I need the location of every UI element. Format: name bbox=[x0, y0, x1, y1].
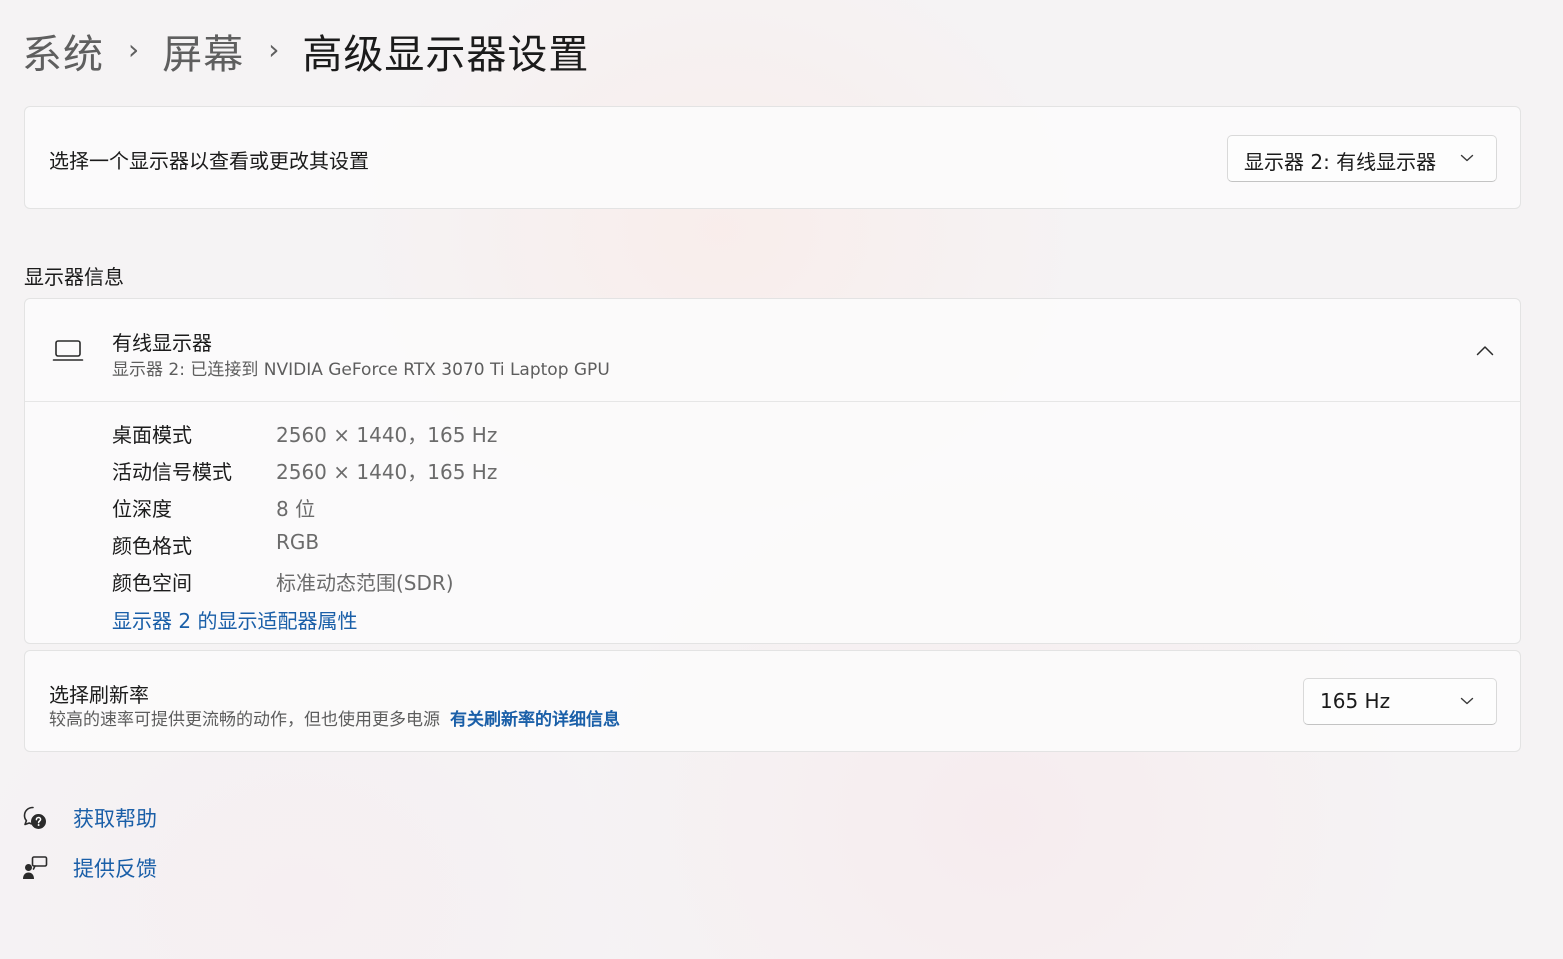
info-value: 标准动态范围(SDR) bbox=[276, 571, 454, 595]
help-chat-icon bbox=[23, 806, 46, 829]
refresh-rate-dropdown[interactable]: 165 Hz bbox=[1303, 678, 1497, 725]
breadcrumb-item-system[interactable]: 系统 bbox=[22, 22, 104, 80]
refresh-rate-value: 165 Hz bbox=[1320, 689, 1391, 713]
info-key: 颜色空间 bbox=[112, 571, 192, 595]
refresh-rate-title: 选择刷新率 bbox=[49, 683, 149, 707]
monitor-name: 有线显示器 bbox=[112, 331, 212, 355]
refresh-rate-description: 较高的速率可提供更流畅的动作，但也使用更多电源 bbox=[49, 710, 440, 730]
give-feedback-label: 提供反馈 bbox=[73, 857, 157, 881]
laptop-icon bbox=[52, 340, 84, 361]
info-value: 2560 × 1440，165 Hz bbox=[276, 423, 498, 447]
page-title: 高级显示器设置 bbox=[302, 32, 590, 78]
feedback-icon bbox=[23, 856, 48, 879]
display-info-section-title: 显示器信息 bbox=[24, 265, 124, 289]
get-help-link[interactable]: 获取帮助 bbox=[22, 803, 157, 833]
chevron-up-icon[interactable] bbox=[1476, 345, 1494, 356]
chevron-down-icon bbox=[1460, 154, 1474, 162]
breadcrumb: 系统 › 屏幕 › 高级显示器设置 bbox=[22, 20, 589, 82]
breadcrumb-separator: › bbox=[268, 32, 281, 66]
refresh-rate-info-link[interactable]: 有关刷新率的详细信息 bbox=[450, 710, 620, 730]
chevron-down-icon bbox=[1460, 697, 1474, 705]
display-info-expander[interactable]: 有线显示器 显示器 2: 已连接到 NVIDIA GeForce RTX 307… bbox=[25, 299, 1520, 402]
breadcrumb-separator: › bbox=[128, 32, 141, 66]
select-monitor-card: 选择一个显示器以查看或更改其设置 显示器 2: 有线显示器 bbox=[24, 106, 1521, 209]
get-help-label: 获取帮助 bbox=[73, 807, 157, 831]
refresh-rate-card: 选择刷新率 较高的速率可提供更流畅的动作，但也使用更多电源 有关刷新率的详细信息 … bbox=[24, 650, 1521, 752]
info-key: 颜色格式 bbox=[112, 534, 192, 558]
info-value: 2560 × 1440，165 Hz bbox=[276, 460, 498, 484]
refresh-rate-description-line: 较高的速率可提供更流畅的动作，但也使用更多电源 有关刷新率的详细信息 bbox=[49, 705, 620, 730]
monitor-connection-subtitle: 显示器 2: 已连接到 NVIDIA GeForce RTX 3070 Ti L… bbox=[112, 360, 610, 380]
give-feedback-link[interactable]: 提供反馈 bbox=[22, 853, 157, 883]
monitor-select-dropdown[interactable]: 显示器 2: 有线显示器 bbox=[1227, 135, 1497, 182]
monitor-select-value: 显示器 2: 有线显示器 bbox=[1244, 150, 1437, 174]
info-key: 位深度 bbox=[112, 497, 172, 521]
breadcrumb-item-display[interactable]: 屏幕 bbox=[162, 22, 244, 80]
info-value: RGB bbox=[276, 530, 320, 554]
display-info-card: 有线显示器 显示器 2: 已连接到 NVIDIA GeForce RTX 307… bbox=[24, 298, 1521, 644]
display-adapter-properties-link[interactable]: 显示器 2 的显示适配器属性 bbox=[112, 605, 357, 634]
info-key: 活动信号模式 bbox=[112, 460, 232, 484]
info-value: 8 位 bbox=[276, 497, 316, 521]
info-key: 桌面模式 bbox=[112, 423, 192, 447]
select-monitor-label: 选择一个显示器以查看或更改其设置 bbox=[49, 149, 369, 173]
